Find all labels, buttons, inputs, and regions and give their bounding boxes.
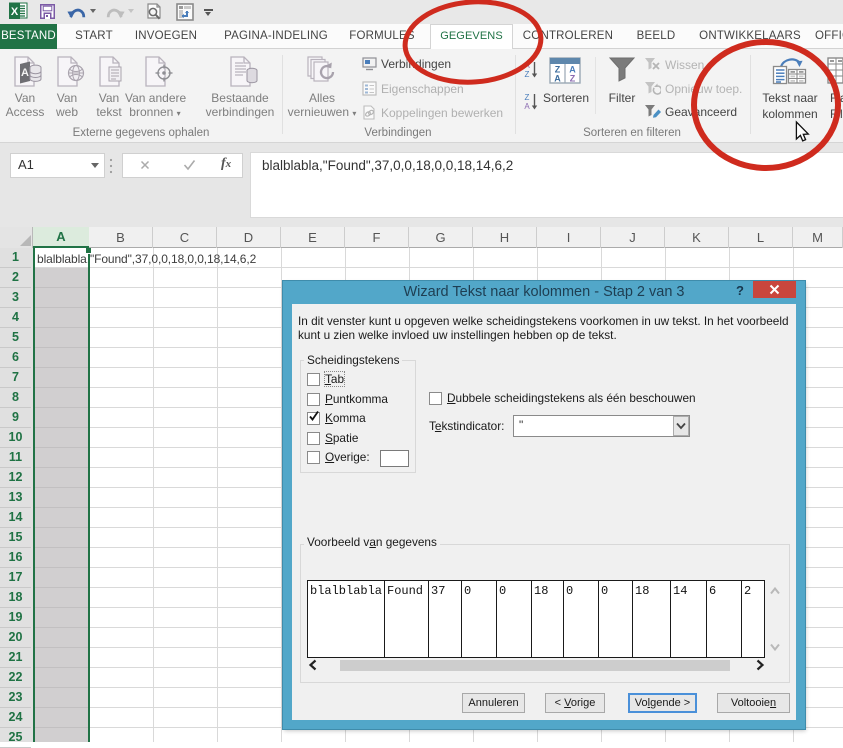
svg-text:A: A <box>524 102 530 111</box>
svg-text:X: X <box>11 6 19 18</box>
svg-text:Z: Z <box>570 74 576 84</box>
svg-text:A: A <box>21 67 29 79</box>
svg-text:A: A <box>554 74 561 84</box>
svg-text:Z: Z <box>525 70 530 79</box>
svg-text:Z: Z <box>525 93 530 102</box>
svg-text:A: A <box>524 61 530 70</box>
